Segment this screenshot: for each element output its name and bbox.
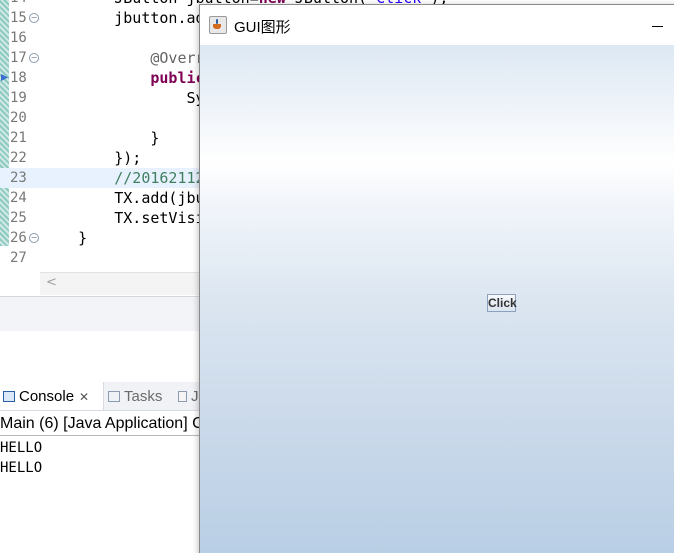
line-number: 16: [10, 30, 27, 46]
tab-tasks[interactable]: Tasks: [105, 382, 173, 410]
minimize-button[interactable]: [646, 13, 670, 37]
line-number: 19: [10, 90, 27, 106]
line-number: 23: [10, 170, 27, 186]
code-token: }: [42, 129, 160, 147]
window-content-pane: Click: [200, 45, 674, 553]
close-tab-icon[interactable]: ✕: [79, 390, 89, 404]
code-token: }: [42, 229, 88, 247]
line-number: 18: [10, 70, 27, 86]
override-marker-icon: [1, 74, 8, 81]
line-number: 20: [10, 110, 27, 126]
code-text: }: [42, 228, 87, 248]
tab-label: Console: [19, 388, 75, 405]
line-number: 21: [10, 130, 27, 146]
code-text: public: [42, 68, 205, 88]
fold-collapse-icon[interactable]: −: [29, 13, 39, 23]
click-button[interactable]: Click: [487, 294, 517, 312]
fold-collapse-icon[interactable]: −: [29, 53, 39, 63]
minimize-icon: [652, 26, 663, 27]
java-cup-icon: [209, 16, 227, 34]
line-number: 24: [10, 190, 27, 206]
scroll-left-icon[interactable]: <: [46, 275, 57, 290]
gui-window[interactable]: GUI图形 Click: [199, 4, 674, 553]
line-number: 14: [10, 0, 32, 8]
fold-collapse-icon[interactable]: −: [29, 233, 39, 243]
desktop-screen: 14 JButton jbutton=new JButton("Click");…: [0, 0, 674, 553]
code-token: });: [42, 149, 142, 167]
line-number: 22: [10, 150, 27, 166]
tab-label: Tasks: [124, 388, 163, 405]
code-text: }: [42, 128, 159, 148]
tab-console[interactable]: Console ✕: [0, 382, 104, 410]
console-icon: [3, 391, 15, 402]
code-text: });: [42, 148, 141, 168]
junit-icon: [178, 391, 187, 402]
line-number: 25: [10, 210, 27, 226]
code-text: //20162112: [42, 168, 205, 188]
window-title-bar[interactable]: GUI图形: [200, 5, 674, 45]
code-token: //20162112: [42, 169, 205, 187]
code-token: public: [150, 69, 205, 87]
tasks-icon: [108, 391, 120, 402]
line-number: 27: [10, 250, 27, 266]
tab-label: J: [191, 388, 199, 405]
window-title: GUI图形: [234, 19, 291, 36]
